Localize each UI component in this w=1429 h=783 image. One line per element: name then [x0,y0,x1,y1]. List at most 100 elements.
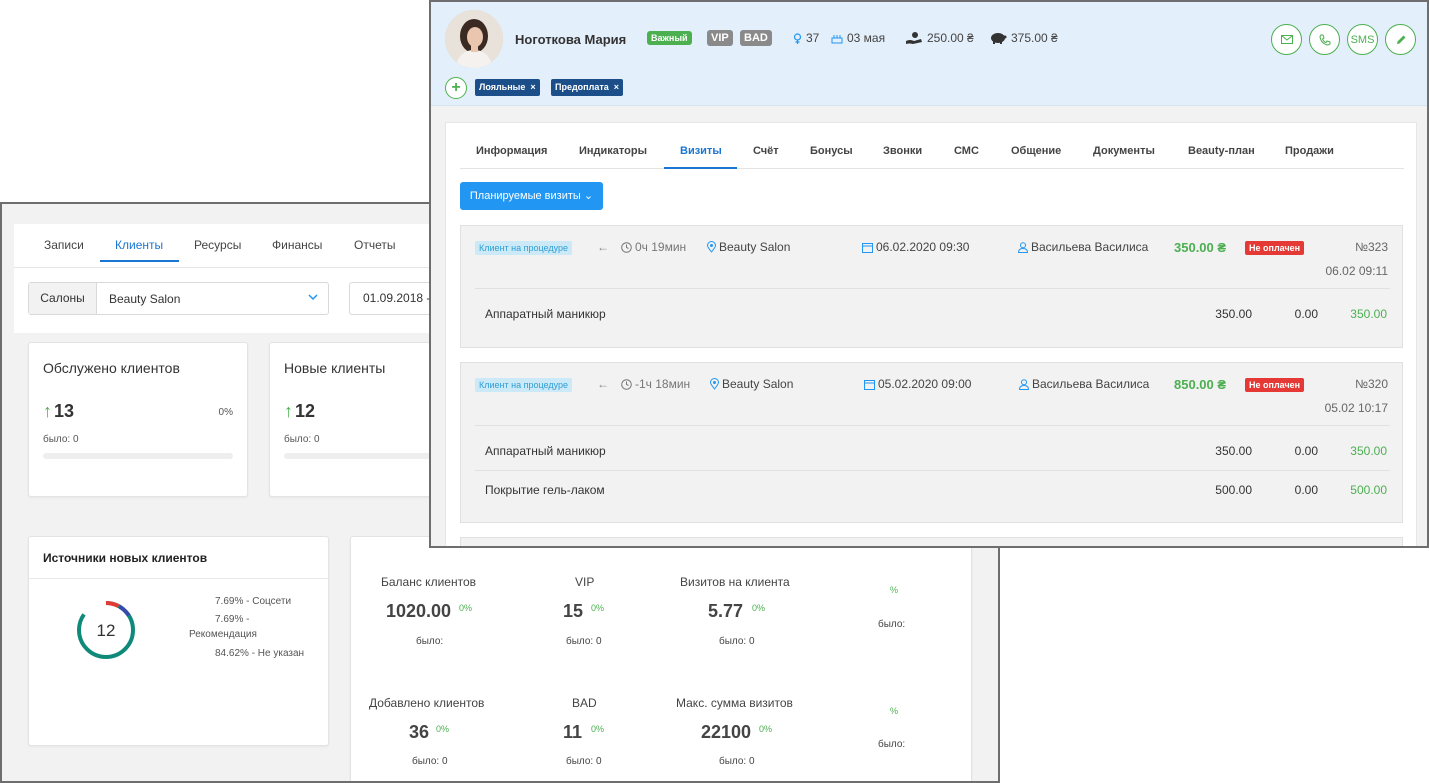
card-title: Новые клиенты [284,360,386,376]
visit-number: №320 [1355,377,1388,391]
tab-information[interactable]: Информация [476,145,547,157]
important-badge: Важный [647,31,692,45]
client-birthday: 03 мая [831,31,885,45]
chevron-down-icon [308,294,318,301]
stat-percent: 0% [591,603,605,613]
call-button[interactable] [1309,24,1340,55]
payment-status-badge: Не оплачен [1245,378,1305,392]
stat-label: VIP [575,575,595,589]
tab-communication[interactable]: Общение [1011,145,1061,157]
stat-label: Макс. сумма визитов [676,696,793,710]
stat-label: BAD [572,696,597,710]
divider [475,425,1390,426]
stat-previous: было: 0 [412,756,448,767]
tab-bonuses[interactable]: Бонусы [810,145,853,157]
service-name: Аппаратный маникюр [485,307,606,321]
service-discount: 0.00 [1294,483,1318,497]
card-percent: 0% [218,407,233,418]
stat-previous: было: [416,636,444,647]
visit-status: Клиент на процедуре [475,241,573,255]
payment-status-badge: Не оплачен [1245,241,1305,255]
tab-account[interactable]: Счёт [753,145,779,157]
service-price: 500.00 [1215,483,1252,497]
client-stats-card: Баланс клиентов 1020.00 0% было: VIP 15 … [350,536,972,781]
visit-card[interactable]: Клиент на процедуре ← -1ч 18мин Beauty S… [460,362,1403,523]
progress-bar [43,453,233,459]
visit-sum: 350.00 ₴ [1174,240,1227,255]
service-price: 350.00 [1215,444,1252,458]
add-tag-button[interactable]: + [445,77,467,99]
service-discount: 0.00 [1294,444,1318,458]
tab-indicators[interactable]: Индикаторы [579,145,647,157]
piggy-bank-icon [991,33,1007,44]
served-clients-card: Обслужено клиентов ↑ 13 0% было: 0 [28,342,248,497]
bad-badge: BAD [740,30,772,46]
stat-previous: было: 0 [719,756,755,767]
clock-icon [621,378,632,390]
client-balance: 250.00 ₴ [905,31,974,45]
visit-master: Васильева Василиса [1018,240,1148,254]
tab-sales[interactable]: Продажи [1285,145,1334,157]
card-previous: было: 0 [284,434,320,445]
stat-previous: было: 0 [566,636,602,647]
remove-tag-icon[interactable]: × [614,79,619,96]
visit-location: Beauty Salon [707,240,790,254]
nav-records[interactable]: Записи [44,238,84,252]
gender-female-icon [793,32,802,44]
stat-value: 36 [409,722,430,742]
client-age: 37 [793,31,819,45]
client-tabs: Информация Индикаторы Визиты Счёт Бонусы… [460,123,1404,169]
nav-finance[interactable]: Финансы [272,238,322,252]
stat-previous: было: 0 [566,756,602,767]
service-total: 350.00 [1350,307,1387,321]
new-client-sources-card: Источники новых клиентов 12 7.69% - Соцс… [28,536,329,746]
service-total: 350.00 [1350,444,1387,458]
salon-select-label: Салоны [29,283,97,314]
card-value: ↑ 13 [43,401,75,421]
tab-visits[interactable]: Визиты [680,145,722,157]
salon-select[interactable]: Салоны Beauty Salon [28,282,329,315]
tab-beauty-plan[interactable]: Beauty-план [1188,145,1255,157]
visit-sum: 850.00 ₴ [1174,377,1227,392]
tag-loyal: Лояльные × [475,79,540,96]
tab-documents[interactable]: Документы [1093,145,1155,157]
nav-clients[interactable]: Клиенты [115,238,163,252]
arrow-left-icon[interactable]: ← [597,377,609,391]
planned-visits-dropdown[interactable]: Планируемые визиты ⌄ [460,182,603,210]
visit-card[interactable] [460,537,1403,546]
card-title: Обслужено клиентов [43,360,180,376]
stat-previous: было: 0 [719,636,755,647]
edit-button[interactable] [1385,24,1416,55]
avatar [445,10,503,68]
legend-recommendation: 7.69% - [215,614,250,625]
client-card-window: Ноготкова Мария Важный VIP BAD 37 03 мая… [429,0,1429,548]
stat-value: 22100 [701,722,752,742]
stat-value: 11 [563,722,583,742]
arrow-up-icon: ↑ [43,401,52,421]
stat-percent: 0% [591,724,605,734]
active-tab-indicator [664,167,737,169]
visit-card[interactable]: Клиент на процедуре ← 0ч 19мин Beauty Sa… [460,225,1403,348]
visit-duration: 0ч 19мин [621,240,686,254]
visit-duration: -1ч 18мин [621,377,690,391]
donut-total: 12 [97,621,116,640]
card-header: Источники новых клиентов [29,537,328,579]
stat-label: Визитов на клиента [680,575,790,589]
sms-button[interactable]: SMS [1347,24,1378,55]
visit-number: №323 [1355,240,1388,254]
arrow-left-icon[interactable]: ← [597,240,609,254]
clock-icon [621,241,632,253]
tab-sms[interactable]: СМС [954,145,979,157]
email-button[interactable] [1271,24,1302,55]
location-pin-icon [707,241,716,253]
remove-tag-icon[interactable]: × [530,79,535,96]
hand-money-icon [906,32,922,44]
stat-value: 15 [563,601,584,621]
tab-calls[interactable]: Звонки [883,145,922,157]
mail-icon [1280,35,1293,44]
nav-reports[interactable]: Отчеты [354,238,395,252]
client-name: Ноготкова Мария [515,32,627,47]
legend-unspecified: 84.62% - Не указан [215,648,305,659]
legend-recommendation-cont: Рекомендация [189,629,257,640]
nav-resources[interactable]: Ресурсы [194,238,241,252]
